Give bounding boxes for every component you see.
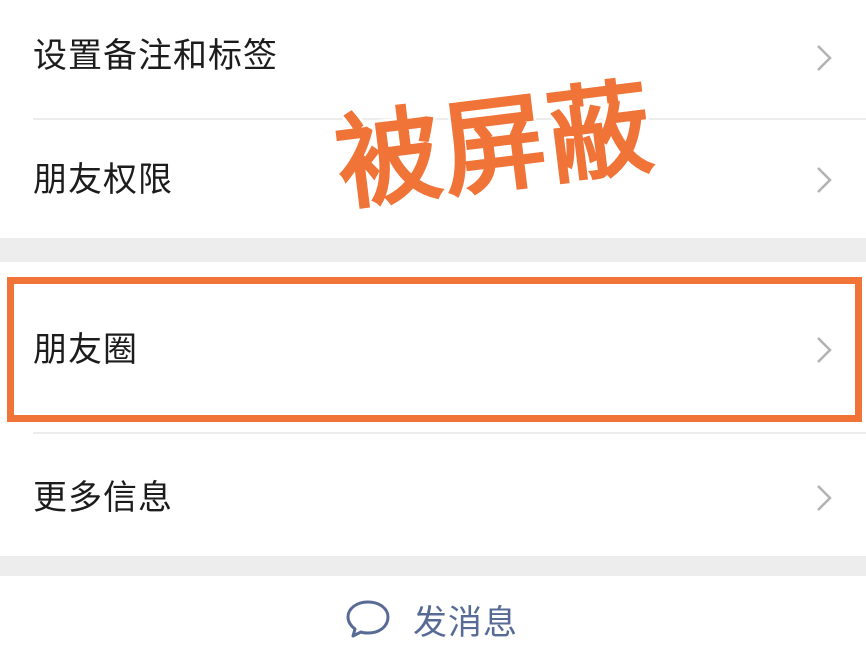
menu-item-moments[interactable]: 朋友圈 (0, 262, 866, 432)
send-message-bar: 发消息 (0, 576, 866, 671)
chevron-right-icon (817, 45, 832, 71)
menu-item-remarks-tags[interactable]: 设置备注和标签 (0, 0, 866, 118)
message-bubble-icon (346, 600, 390, 638)
menu-item-label: 更多信息 (33, 478, 173, 518)
menu-item-label: 设置备注和标签 (33, 36, 278, 76)
section-gap (0, 556, 866, 576)
menu-item-friend-permissions[interactable]: 朋友权限 (0, 120, 866, 238)
menu-item-more-info[interactable]: 更多信息 (0, 434, 866, 556)
send-message-button[interactable]: 发消息 (345, 594, 518, 644)
chevron-right-icon (817, 167, 832, 193)
chevron-right-icon (817, 337, 832, 363)
menu-item-label: 朋友权限 (33, 160, 173, 200)
chevron-right-icon (817, 485, 832, 511)
send-message-label: 发消息 (413, 602, 518, 643)
section-gap (0, 238, 866, 262)
menu-item-label: 朋友圈 (33, 330, 138, 370)
